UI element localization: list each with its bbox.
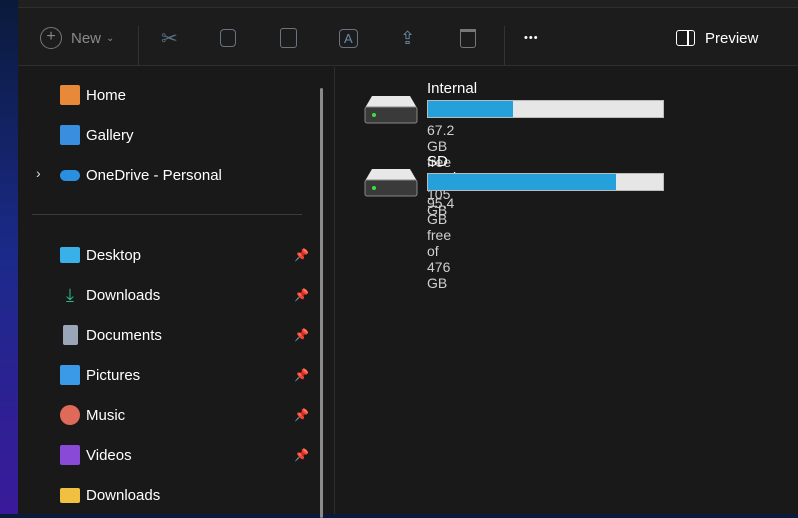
file-explorer-window: + New ⌄ ✂ A ⇪ ••• Preview Home Gallery O… xyxy=(18,0,798,518)
storage-bar-fill xyxy=(428,174,616,190)
pin-icon[interactable]: 📌 xyxy=(294,448,309,462)
sidebar-item-label: Gallery xyxy=(86,126,134,144)
sidebar-item-home[interactable]: Home xyxy=(60,83,126,107)
storage-bar xyxy=(427,173,664,191)
hard-drive-icon xyxy=(364,96,418,124)
sidebar-item-label: Pictures xyxy=(86,366,141,384)
delete-button[interactable] xyxy=(460,27,476,49)
scissors-icon: ✂ xyxy=(161,27,178,50)
download-icon: ⤓ xyxy=(66,285,74,305)
expand-chevron-icon[interactable]: › xyxy=(36,165,41,181)
desktop-icon xyxy=(60,247,80,263)
sidebar-item-videos[interactable]: Videos xyxy=(60,443,132,467)
scrollbar[interactable] xyxy=(320,88,323,518)
divider xyxy=(138,26,139,66)
more-icon: ••• xyxy=(524,32,539,44)
sidebar-item-desktop[interactable]: Desktop xyxy=(60,243,141,267)
sidebar-item-documents[interactable]: Documents xyxy=(60,323,162,347)
home-icon xyxy=(60,85,80,105)
music-icon xyxy=(60,405,80,425)
pin-icon[interactable]: 📌 xyxy=(294,248,309,262)
rename-icon: A xyxy=(339,28,358,48)
sidebar-item-label: Videos xyxy=(86,446,132,464)
preview-button[interactable]: Preview xyxy=(676,27,758,49)
new-button[interactable]: + New ⌄ xyxy=(40,27,114,49)
sidebar-item-label: Music xyxy=(86,406,126,424)
share-icon: ⇪ xyxy=(400,27,416,48)
title-bar xyxy=(18,0,798,8)
sidebar-item-label: Downloads xyxy=(86,486,161,504)
copy-button[interactable] xyxy=(220,27,236,49)
copy-icon xyxy=(220,29,236,47)
sidebar-item-label: Desktop xyxy=(86,246,142,264)
trash-icon xyxy=(460,28,476,48)
preview-pane-icon xyxy=(676,30,695,46)
chevron-down-icon: ⌄ xyxy=(106,32,115,44)
more-options-button[interactable]: ••• xyxy=(524,27,539,49)
sidebar-item-downloads-folder[interactable]: Downloads xyxy=(60,483,160,507)
sidebar-item-downloads[interactable]: ⤓ Downloads xyxy=(60,283,160,307)
rename-button[interactable]: A xyxy=(339,27,358,49)
sidebar-item-label: OneDrive - Personal xyxy=(86,166,222,184)
pictures-icon xyxy=(60,365,80,385)
storage-bar xyxy=(427,100,664,118)
sidebar-item-label: Downloads xyxy=(86,286,161,304)
divider xyxy=(504,26,505,66)
sidebar-item-label: Home xyxy=(86,86,127,104)
preview-label: Preview xyxy=(705,29,759,47)
paste-icon xyxy=(280,28,297,48)
pin-icon[interactable]: 📌 xyxy=(294,368,309,382)
new-label: New xyxy=(71,29,102,47)
command-bar: + New ⌄ ✂ A ⇪ ••• Preview xyxy=(18,8,798,66)
storage-bar-fill xyxy=(428,101,513,117)
folder-icon xyxy=(60,487,80,503)
documents-icon xyxy=(63,325,78,345)
drive-free-space: 95.4 GB free of 476 GB xyxy=(427,195,455,291)
sidebar-item-label: Documents xyxy=(86,326,162,344)
paste-button[interactable] xyxy=(280,27,297,49)
sidebar-item-gallery[interactable]: Gallery xyxy=(60,123,134,147)
drives-view: Internal storage 67.2 GB free of 105 GB … xyxy=(336,67,798,514)
sidebar-item-pictures[interactable]: Pictures xyxy=(60,363,140,387)
cut-button[interactable]: ✂ xyxy=(161,27,178,50)
hard-drive-icon xyxy=(364,169,418,197)
videos-icon xyxy=(60,445,80,465)
divider xyxy=(32,214,302,215)
gallery-icon xyxy=(60,125,80,145)
sidebar-item-music[interactable]: Music xyxy=(60,403,125,427)
pin-icon[interactable]: 📌 xyxy=(294,328,309,342)
sidebar-item-onedrive[interactable]: OneDrive - Personal xyxy=(60,163,222,187)
onedrive-icon xyxy=(60,169,80,181)
navigation-pane: Home Gallery OneDrive - Personal › Deskt… xyxy=(18,67,335,518)
plus-circle-icon: + xyxy=(40,27,62,49)
share-button[interactable]: ⇪ xyxy=(400,27,415,49)
pin-icon[interactable]: 📌 xyxy=(294,408,309,422)
pin-icon[interactable]: 📌 xyxy=(294,288,309,302)
